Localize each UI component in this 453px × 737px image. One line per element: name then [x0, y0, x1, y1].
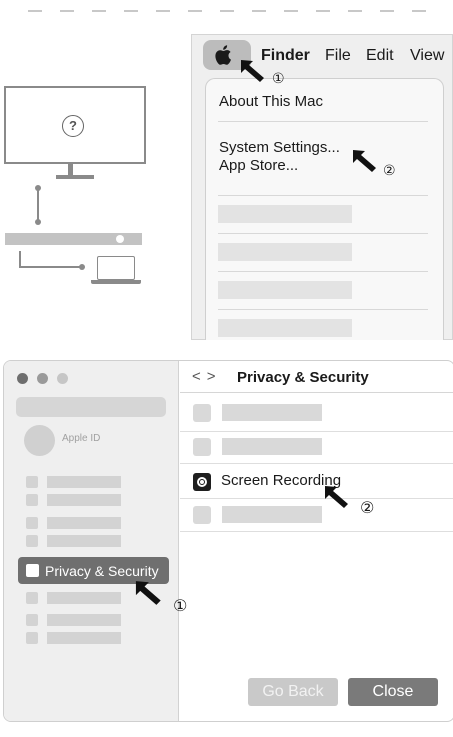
- sidebar-item-placeholder[interactable]: [47, 476, 121, 488]
- sidebar-item-placeholder[interactable]: [47, 614, 121, 626]
- menu-item-system-settings[interactable]: System Settings...: [219, 139, 340, 156]
- menu-item-placeholder[interactable]: [218, 319, 352, 337]
- pointer-arrow-icon: [353, 150, 376, 172]
- row-icon: [193, 404, 211, 422]
- menu-item-app-store[interactable]: App Store...: [219, 157, 298, 174]
- sidebar-item-icon: [26, 592, 38, 604]
- record-dot: [200, 480, 204, 484]
- sidebar-item-label: Privacy & Security: [45, 563, 159, 579]
- monitor-base: [56, 175, 94, 179]
- laptop-base: [91, 280, 141, 284]
- sidebar-item-placeholder[interactable]: [47, 535, 121, 547]
- sidebar-item-icon: [26, 476, 38, 488]
- laptop-icon: [97, 256, 135, 280]
- sidebar-item-placeholder[interactable]: [47, 494, 121, 506]
- row-icon: [193, 438, 211, 456]
- close-window-dot[interactable]: [17, 373, 28, 384]
- header-divider: [180, 392, 453, 393]
- cable: [37, 188, 39, 222]
- close-button[interactable]: Close: [348, 678, 438, 706]
- sidebar-item-icon: [26, 535, 38, 547]
- sidebar-item-icon: [26, 494, 38, 506]
- cable: [19, 266, 81, 268]
- system-settings-window: Apple ID Privacy & Security <> Privacy &…: [3, 360, 453, 722]
- row-divider: [180, 463, 453, 464]
- sidebar-item-icon: [26, 632, 38, 644]
- forward-arrow-icon[interactable]: >: [207, 368, 222, 385]
- go-back-button[interactable]: Go Back: [248, 678, 338, 706]
- settings-row-placeholder[interactable]: [222, 404, 322, 421]
- screen-recording-icon: [193, 473, 211, 491]
- pointer-arrow-icon: [325, 486, 348, 508]
- pane-title: Privacy & Security: [237, 369, 369, 386]
- menu-separator: [218, 271, 428, 272]
- sidebar-item-placeholder[interactable]: [47, 592, 121, 604]
- menubar-file[interactable]: File: [325, 47, 351, 65]
- back-arrow-icon[interactable]: <: [192, 368, 207, 385]
- settings-row-placeholder[interactable]: [222, 506, 322, 523]
- sidebar-item-placeholder[interactable]: [47, 517, 121, 529]
- cable-dot: [35, 219, 41, 225]
- nav-back-forward[interactable]: <>: [192, 368, 222, 385]
- settings-sidebar: Apple ID Privacy & Security: [4, 361, 179, 721]
- row-divider: [180, 531, 453, 532]
- apple-logo-icon: [215, 45, 231, 65]
- menubar-view[interactable]: View: [410, 47, 444, 65]
- question-icon: ?: [62, 115, 84, 137]
- callout-step-1: ①: [272, 70, 285, 86]
- menu-item-placeholder[interactable]: [218, 281, 352, 299]
- cable-dot: [79, 264, 85, 270]
- row-icon: [193, 506, 211, 524]
- apple-id-label[interactable]: Apple ID: [62, 433, 100, 444]
- privacy-security-icon: [26, 564, 39, 577]
- row-divider: [180, 498, 453, 499]
- minimize-window-dot[interactable]: [37, 373, 48, 384]
- menu-item-placeholder[interactable]: [218, 205, 352, 223]
- menu-item-about[interactable]: About This Mac: [219, 93, 323, 110]
- sidebar-item-icon: [26, 614, 38, 626]
- zoom-window-dot[interactable]: [57, 373, 68, 384]
- cable: [19, 251, 21, 267]
- menubar-edit[interactable]: Edit: [366, 47, 394, 65]
- row-divider: [180, 431, 453, 432]
- menu-separator: [218, 195, 428, 196]
- menu-separator: [218, 309, 428, 310]
- menu-separator: [218, 233, 428, 234]
- pointer-arrow-icon: [135, 581, 161, 605]
- avatar[interactable]: [24, 425, 55, 456]
- callout-step-2: ②: [360, 500, 375, 517]
- sidebar-search-field[interactable]: [16, 397, 166, 417]
- menu-separator: [218, 121, 428, 122]
- sidebar-item-placeholder[interactable]: [47, 632, 121, 644]
- callout-step-1: ①: [173, 598, 188, 615]
- hub-led: [116, 235, 124, 243]
- pointer-arrow-icon: [241, 60, 264, 82]
- settings-row-placeholder[interactable]: [222, 438, 322, 455]
- sidebar-item-icon: [26, 517, 38, 529]
- callout-step-2: ②: [383, 162, 396, 178]
- menu-item-placeholder[interactable]: [218, 243, 352, 261]
- dashed-divider: [28, 10, 428, 12]
